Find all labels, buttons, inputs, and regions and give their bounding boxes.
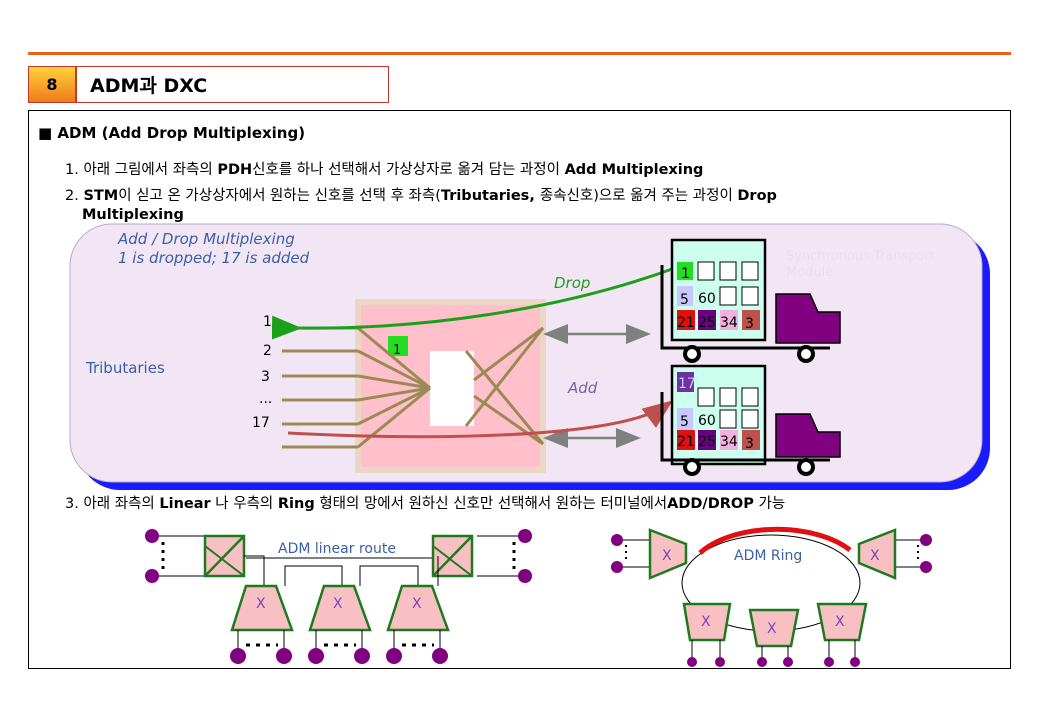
item-3: 3. 아래 좌측의 Linear 나 우측의 Ring 형태의 망에서 원하신 … (65, 496, 786, 512)
item-2: 2. STM이 싣고 온 가상상자에서 원하는 신호를 선택 후 좌측(Trib… (65, 188, 777, 204)
item-2-line2: Multiplexing (82, 207, 184, 223)
section-number: 8 (28, 66, 76, 103)
page-title: ADM과 DXC (76, 66, 389, 103)
section-heading: ■ ADM (Add Drop Multiplexing) (38, 124, 306, 142)
top-rule (28, 52, 1011, 55)
item-1: 1. 아래 그림에서 좌측의 PDH신호를 하나 선택해서 가상상자로 옮겨 담… (65, 162, 704, 178)
